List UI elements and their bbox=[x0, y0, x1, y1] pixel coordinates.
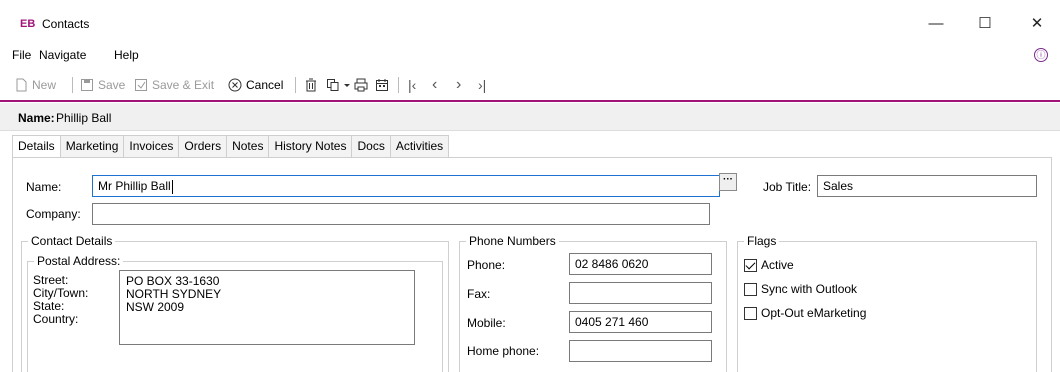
tab-docs[interactable]: Docs bbox=[351, 135, 391, 157]
save-icon bbox=[81, 79, 93, 91]
country-label: Country: bbox=[33, 312, 79, 326]
menu-bar: File Navigate Help bbox=[0, 48, 1060, 66]
flags-title: Flags bbox=[744, 234, 780, 248]
tab-invoices[interactable]: Invoices bbox=[123, 135, 180, 157]
previous-record-button[interactable]: ‹ bbox=[432, 76, 437, 94]
save-exit-icon bbox=[135, 79, 147, 91]
fax-label: Fax: bbox=[467, 287, 491, 301]
copy-button[interactable] bbox=[326, 76, 344, 94]
tab-orders[interactable]: Orders bbox=[178, 135, 228, 157]
tab-marketing[interactable]: Marketing bbox=[59, 135, 125, 157]
print-button[interactable] bbox=[354, 76, 372, 94]
opt-out-emarketing-label: Opt-Out eMarketing bbox=[761, 306, 867, 320]
text-caret bbox=[171, 179, 173, 194]
active-checkbox[interactable]: Active bbox=[744, 258, 794, 272]
fax-field[interactable] bbox=[569, 282, 712, 304]
menu-file[interactable]: File bbox=[12, 48, 31, 62]
cancel-button[interactable]: Cancel bbox=[228, 76, 283, 94]
last-record-button[interactable]: ›| bbox=[478, 76, 486, 94]
flags-group: Flags Active Sync with Outlook Opt-Out e… bbox=[737, 234, 1037, 372]
postal-address-title: Postal Address: bbox=[34, 254, 124, 268]
mobile-field[interactable]: 0405 271 460 bbox=[569, 311, 712, 333]
new-document-icon bbox=[16, 78, 27, 92]
phone-label: Phone: bbox=[467, 258, 506, 272]
checkbox-unchecked-icon bbox=[744, 306, 757, 320]
company-field[interactable] bbox=[92, 203, 710, 225]
phone-field[interactable]: 02 8486 0620 bbox=[569, 253, 712, 275]
cancel-label: Cancel bbox=[246, 78, 284, 92]
calendar-icon bbox=[376, 79, 388, 91]
tab-history-notes[interactable]: History Notes bbox=[268, 135, 353, 157]
home-phone-label: Home phone: bbox=[467, 344, 540, 358]
tab-activities[interactable]: Activities bbox=[389, 135, 450, 157]
record-name-value: Phillip Ball bbox=[56, 111, 112, 125]
save-exit-button[interactable]: Save & Exit bbox=[134, 76, 214, 94]
first-record-button[interactable]: |‹ bbox=[408, 76, 416, 94]
toolbar-separator bbox=[72, 77, 73, 93]
job-title-field[interactable]: Sales bbox=[817, 175, 1037, 197]
window-title: Contacts bbox=[42, 17, 90, 31]
contact-details-group: Contact Details Postal Address: Street: … bbox=[21, 234, 449, 372]
accent-divider bbox=[0, 100, 1060, 102]
calendar-button[interactable] bbox=[375, 76, 393, 94]
save-label: Save bbox=[98, 78, 126, 92]
copy-dropdown[interactable] bbox=[344, 76, 350, 94]
details-panel: Name: Mr Phillip Ball ··· Job Title: Sal… bbox=[12, 157, 1052, 372]
record-header: Name: Phillip Ball bbox=[0, 103, 1060, 131]
postal-address-field[interactable]: PO BOX 33-1630 NORTH SYDNEY NSW 2009 bbox=[119, 270, 415, 345]
contact-details-title: Contact Details bbox=[28, 234, 116, 248]
record-name-label: Name: bbox=[18, 111, 55, 125]
cancel-icon bbox=[228, 78, 242, 92]
mobile-label: Mobile: bbox=[467, 316, 506, 330]
save-exit-label: Save & Exit bbox=[152, 78, 215, 92]
toolbar-separator bbox=[398, 77, 399, 93]
menu-help[interactable]: Help bbox=[114, 48, 139, 62]
toolbar: New Save Save & Exit Cancel |‹ ‹ › ›| bbox=[0, 72, 1060, 98]
tab-notes[interactable]: Notes bbox=[226, 135, 270, 157]
trash-icon bbox=[306, 78, 316, 92]
state-value: NSW 2009 bbox=[126, 300, 185, 314]
app-logo: EB bbox=[20, 18, 36, 30]
save-button[interactable]: Save bbox=[80, 76, 125, 94]
name-lookup-button[interactable]: ··· bbox=[719, 173, 737, 191]
active-label: Active bbox=[761, 258, 794, 272]
delete-button[interactable] bbox=[304, 76, 322, 94]
postal-address-group: Postal Address: Street: City/Town: State… bbox=[27, 254, 443, 372]
title-bar: EB Contacts — ☐ ✕ bbox=[0, 0, 1060, 40]
job-title-label: Job Title: bbox=[763, 180, 812, 194]
info-icon[interactable]: ⓘ bbox=[1034, 48, 1048, 62]
checkbox-checked-icon bbox=[744, 258, 757, 272]
address-labels: Street: City/Town: State: Country: bbox=[33, 274, 88, 326]
printer-icon bbox=[354, 78, 368, 92]
company-label: Company: bbox=[26, 207, 81, 221]
tab-bar: Details Marketing Invoices Orders Notes … bbox=[12, 135, 450, 158]
next-record-button[interactable]: › bbox=[456, 76, 461, 94]
name-field[interactable]: Mr Phillip Ball bbox=[92, 175, 720, 197]
checkbox-unchecked-icon bbox=[744, 282, 757, 296]
name-label: Name: bbox=[26, 180, 62, 194]
new-label: New bbox=[32, 78, 57, 92]
minimize-button[interactable]: — bbox=[921, 12, 951, 36]
name-field-value: Mr Phillip Ball bbox=[98, 179, 171, 193]
home-phone-field[interactable] bbox=[569, 340, 712, 362]
new-button[interactable]: New bbox=[14, 76, 56, 94]
phone-numbers-title: Phone Numbers bbox=[466, 234, 559, 248]
tab-details[interactable]: Details bbox=[12, 135, 61, 158]
menu-navigate[interactable]: Navigate bbox=[39, 48, 86, 62]
phone-numbers-group: Phone Numbers Phone: 02 8486 0620 Fax: M… bbox=[459, 234, 727, 372]
maximize-button[interactable]: ☐ bbox=[970, 12, 1000, 36]
sync-outlook-label: Sync with Outlook bbox=[761, 282, 858, 296]
chevron-down-icon bbox=[344, 84, 350, 87]
sync-outlook-checkbox[interactable]: Sync with Outlook bbox=[744, 282, 857, 296]
toolbar-separator bbox=[295, 77, 296, 93]
close-button[interactable]: ✕ bbox=[1022, 12, 1052, 36]
copy-icon bbox=[327, 79, 339, 91]
opt-out-emarketing-checkbox[interactable]: Opt-Out eMarketing bbox=[744, 306, 866, 320]
